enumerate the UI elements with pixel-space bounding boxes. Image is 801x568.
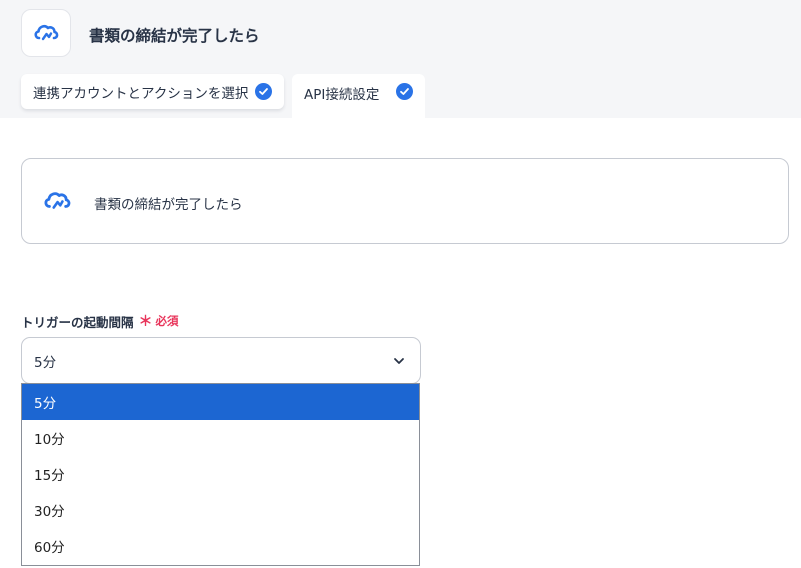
trigger-card: 書類の締結が完了したら <box>21 158 789 244</box>
trigger-card-title: 書類の締結が完了したら <box>94 197 243 213</box>
required-mark: ＊ <box>138 314 153 330</box>
select-value: 5分 <box>34 354 57 371</box>
interval-dropdown-list: 5分 10分 15分 30分 60分 <box>21 383 420 566</box>
dropdown-option[interactable]: 60分 <box>22 528 419 564</box>
tab-account-action[interactable]: 連携アカウントとアクションを選択 <box>21 74 284 109</box>
check-icon <box>396 83 413 100</box>
chevron-down-icon <box>394 358 404 364</box>
cloud-sign-icon <box>44 192 71 209</box>
cloud-sign-icon <box>34 24 59 41</box>
check-icon <box>255 83 272 100</box>
tab-api-settings[interactable]: API接続設定 <box>292 74 425 118</box>
dropdown-option[interactable]: 15分 <box>22 456 419 492</box>
tab-label: 連携アカウントとアクションを選択 <box>33 85 249 102</box>
page-title: 書類の締結が完了したら <box>89 27 260 45</box>
required-text: 必須 <box>155 314 179 328</box>
field-label-text: トリガーの起動間隔 <box>21 314 134 330</box>
dropdown-option[interactable]: 10分 <box>22 420 419 456</box>
app-tile <box>21 9 71 57</box>
dropdown-option[interactable]: 30分 <box>22 492 419 528</box>
dropdown-option[interactable]: 5分 <box>22 384 419 420</box>
interval-select[interactable]: 5分 <box>21 337 421 384</box>
tab-label: API接続設定 <box>304 87 380 103</box>
interval-field-label: トリガーの起動間隔 ＊ 必須 <box>21 311 179 331</box>
